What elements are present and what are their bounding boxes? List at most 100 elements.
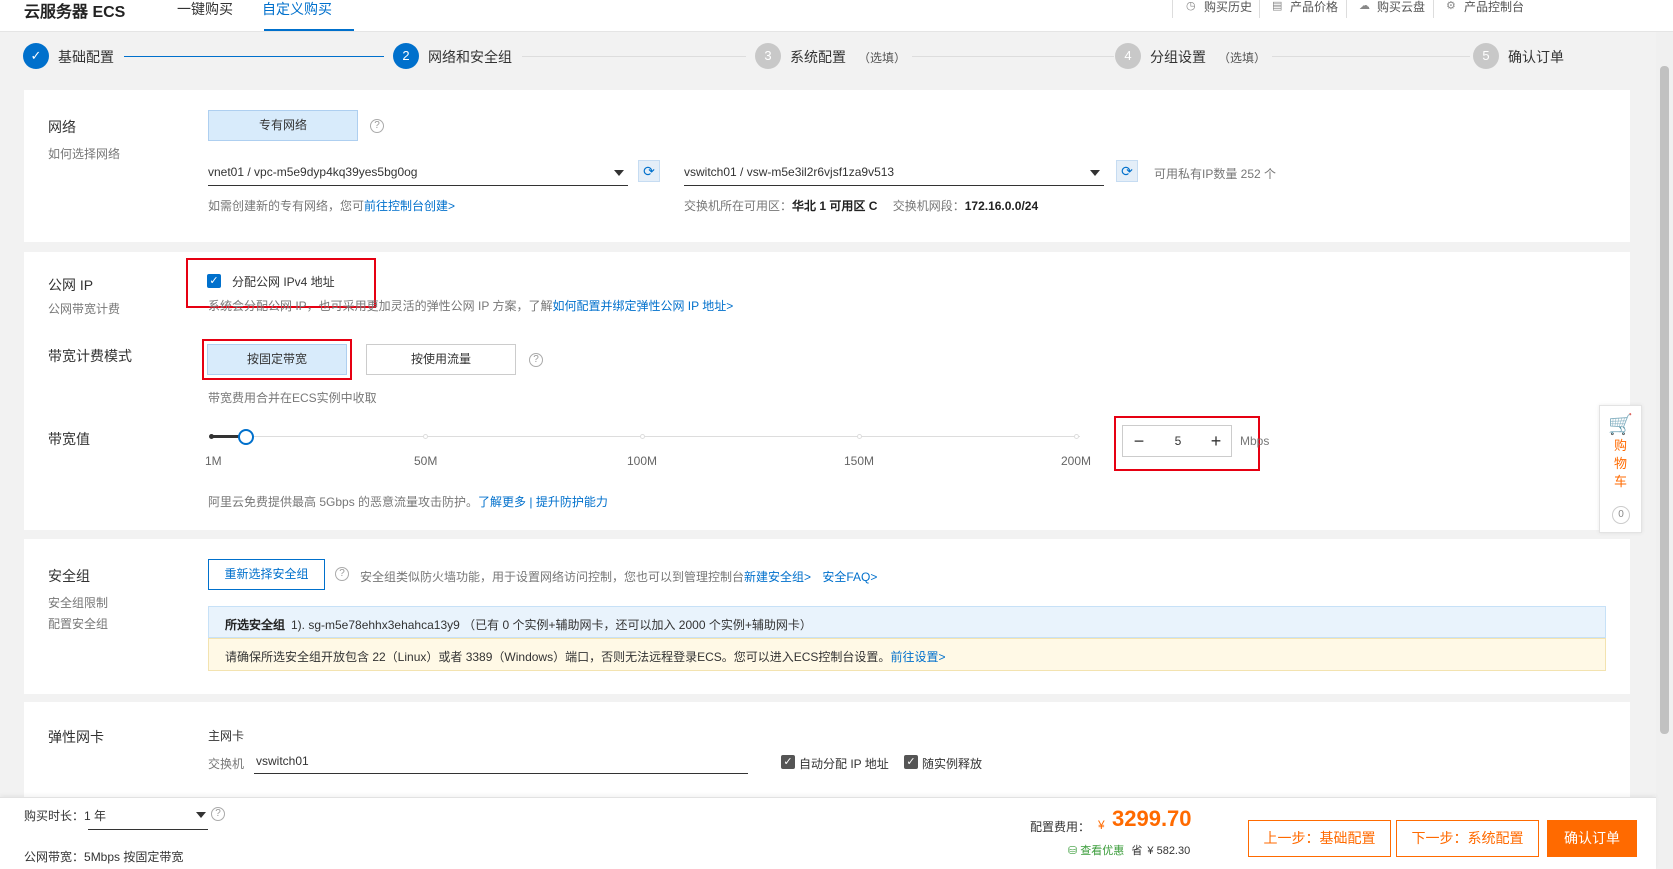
- step-5-number: 5: [1473, 43, 1499, 69]
- security-limit-link[interactable]: 安全组限制: [48, 594, 108, 611]
- slider-handle[interactable]: [237, 429, 254, 445]
- step-5-label: 确认订单: [1508, 49, 1564, 65]
- page-scrollbar[interactable]: [1656, 32, 1673, 869]
- vpc-select[interactable]: vnet01 / vpc-m5e9dyp4kq39yes5bg0og: [208, 160, 628, 186]
- view-discount-link[interactable]: 查看优惠: [1080, 845, 1124, 857]
- plus-icon[interactable]: +: [1200, 426, 1232, 456]
- coupon-icon: ⛁: [1068, 845, 1078, 857]
- prev-step-button[interactable]: 上一步：基础配置: [1248, 820, 1391, 857]
- refresh-vpc-icon[interactable]: ⟳: [638, 160, 660, 182]
- document-icon: ▤: [1272, 0, 1283, 12]
- security-group-label: 安全组: [48, 568, 90, 584]
- bandwidth-unit: Mbps: [1240, 434, 1270, 448]
- bandwidth-input[interactable]: 5: [1159, 434, 1197, 448]
- reselect-security-group-button[interactable]: 重新选择安全组: [208, 559, 325, 590]
- step-2-number: 2: [393, 43, 419, 69]
- tool-product-price[interactable]: ▤ 产品价格: [1272, 0, 1338, 18]
- slider-tick: [423, 434, 428, 439]
- vswitch-select[interactable]: vswitch01 / vsw-m5e3il2r6vjsf1za9v513: [684, 160, 1104, 186]
- public-ip-billing-link[interactable]: 公网带宽计费: [48, 300, 120, 317]
- switch-label: 交换机: [208, 757, 245, 771]
- network-label: 网络: [48, 119, 76, 135]
- clock-icon: ◷: [1186, 0, 1196, 12]
- step-3-number: 3: [755, 43, 781, 69]
- step-4-number: 4: [1115, 43, 1141, 69]
- tool-purchase-history[interactable]: ◷ 购买历史: [1186, 0, 1252, 18]
- slider-tick: [857, 434, 862, 439]
- next-step-button[interactable]: 下一步：系统配置: [1396, 820, 1539, 857]
- shopping-cart[interactable]: 🛒 购 物 车 0: [1599, 405, 1642, 533]
- new-security-group-link[interactable]: 新建安全组>: [744, 570, 811, 584]
- selected-security-group: 所选安全组 1). sg-m5e78ehhx3ehahca13y9 （已有 0 …: [208, 606, 1606, 638]
- divider: [1259, 0, 1260, 18]
- selected-label: 所选安全组: [225, 618, 286, 632]
- help-icon[interactable]: ?: [335, 567, 349, 581]
- steps-bar: ✓ 基础配置 2 网络和安全组 3 系统配置 （选填） 4 分组设置 （选填） …: [0, 33, 1656, 85]
- duration-underline: [88, 829, 208, 830]
- network-help-link[interactable]: 如何选择网络: [48, 145, 120, 162]
- security-faq-link[interactable]: 安全FAQ>: [822, 570, 877, 584]
- brand-title: 云服务器 ECS: [24, 4, 126, 21]
- public-ip-label: 公网 IP: [48, 277, 94, 293]
- cidr-label: 交换机网段：: [892, 199, 965, 213]
- currency-symbol: ¥: [1098, 818, 1105, 832]
- step-3-label: 系统配置: [790, 49, 846, 65]
- goto-settings-link[interactable]: 前往设置>: [890, 650, 945, 664]
- step-4-label: 分组设置: [1150, 49, 1206, 65]
- ddos-upgrade-link[interactable]: 提升防护能力: [536, 495, 608, 509]
- create-vpc-link[interactable]: 前往控制台创建>: [364, 199, 455, 213]
- price-label: 配置费用：: [1030, 820, 1091, 834]
- billing-traffic-button[interactable]: 按使用流量: [366, 344, 516, 375]
- divider: [1172, 0, 1173, 18]
- ddos-learn-more-link[interactable]: 了解更多: [478, 495, 526, 509]
- help-icon[interactable]: ?: [211, 807, 225, 821]
- auto-ip-label: 自动分配 IP 地址: [799, 757, 889, 771]
- vpc-type-button[interactable]: 专有网络: [208, 110, 358, 141]
- help-icon[interactable]: ?: [370, 119, 384, 133]
- tab-custom-buy[interactable]: 自定义购买: [262, 0, 332, 19]
- assign-ipv4-checkbox[interactable]: ✓: [207, 274, 221, 288]
- step-4-optional: （选填）: [1218, 51, 1267, 65]
- cart-label-char: 物: [1613, 456, 1627, 471]
- refresh-vswitch-icon[interactable]: ⟳: [1116, 160, 1138, 182]
- scrollbar-thumb[interactable]: [1660, 66, 1669, 734]
- help-icon[interactable]: ?: [529, 353, 543, 367]
- release-with-instance-checkbox[interactable]: ✓: [904, 755, 918, 769]
- security-config-link[interactable]: 配置安全组: [48, 615, 108, 632]
- chevron-down-icon[interactable]: [196, 812, 206, 818]
- order-bottom-bar: 购买时长：1 年 ? 公网带宽：5Mbps 按固定带宽 配置费用： ¥ 3299…: [0, 797, 1656, 869]
- bandwidth-summary: 公网带宽：5Mbps 按固定带宽: [24, 848, 183, 865]
- zone-value: 华北 1 可用区 C: [792, 199, 878, 213]
- step-connector: [522, 56, 746, 57]
- tool-buy-disk[interactable]: ☁ 购买云盘: [1359, 0, 1425, 18]
- tool-console[interactable]: ⚙ 产品控制台: [1446, 0, 1524, 18]
- bandwidth-summary-value: 5Mbps 按固定带宽: [84, 850, 184, 864]
- link-separator: |: [529, 495, 533, 509]
- eip-guide-link[interactable]: 如何配置并绑定弹性公网 IP 地址>: [552, 299, 733, 313]
- tool-label: 购买云盘: [1377, 0, 1426, 14]
- confirm-order-button[interactable]: 确认订单: [1547, 820, 1637, 857]
- chevron-down-icon: [1090, 170, 1100, 176]
- eni-switch-field[interactable]: vswitch01: [254, 750, 748, 774]
- bandwidth-slider[interactable]: 1M 50M 100M 150M 200M: [205, 420, 1108, 470]
- duration-select[interactable]: 购买时长：1 年: [24, 807, 106, 824]
- active-tab-indicator: [264, 29, 354, 31]
- zone-label: 交换机所在可用区：: [684, 199, 793, 213]
- tab-quick-buy[interactable]: 一键购买: [177, 0, 233, 19]
- billing-mode-label: 带宽计费模式: [48, 348, 132, 364]
- public-ip-hint: 系统会分配公网 IP，也可采用更加灵活的弹性公网 IP 方案，了解如何配置并绑定…: [208, 297, 733, 314]
- step-3-optional: （选填）: [858, 51, 907, 65]
- auto-ip-checkbox[interactable]: ✓: [781, 755, 795, 769]
- minus-icon[interactable]: −: [1123, 426, 1155, 456]
- save-value: ¥ 582.30: [1147, 845, 1191, 857]
- release-label: 随实例释放: [922, 757, 983, 771]
- gear-icon: ⚙: [1446, 0, 1456, 12]
- step-1-label: 基础配置: [58, 49, 114, 65]
- ddos-hint: 阿里云免费提供最高 5Gbps 的恶意流量攻击防护。了解更多 | 提升防护能力: [208, 493, 608, 510]
- primary-nic-label: 主网卡: [208, 729, 245, 743]
- security-hint-text: 安全组类似防火墙功能，用于设置网络访问控制，您也可以到管理控制台: [360, 570, 745, 584]
- available-ip-count: 可用私有IP数量 252 个: [1154, 167, 1277, 181]
- bandwidth-stepper: − 5 +: [1122, 425, 1232, 457]
- cart-label-char: 购: [1613, 438, 1627, 453]
- billing-fixed-button[interactable]: 按固定带宽: [207, 344, 347, 375]
